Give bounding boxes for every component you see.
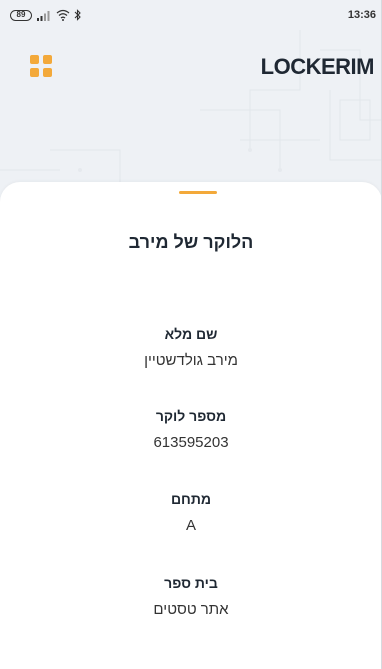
field-school: בית ספר אתר טסטים xyxy=(0,575,381,618)
field-label: מספר לוקר xyxy=(155,408,227,424)
field-compound: מתחם A xyxy=(0,491,381,534)
grid-menu-icon[interactable] xyxy=(30,55,52,77)
field-label: בית ספר xyxy=(164,575,218,591)
wifi-icon xyxy=(56,9,70,21)
field-value: 613595203 xyxy=(153,434,229,451)
signal-icon xyxy=(37,11,50,21)
field-label: שם מלא xyxy=(164,326,218,342)
field-value: אתר טסטים xyxy=(153,601,229,618)
bluetooth-icon xyxy=(74,9,81,21)
status-time: 13:36 xyxy=(347,9,376,21)
field-full-name: שם מלא מירב גולדשטיין xyxy=(0,326,381,369)
status-bar: 89 13:36 xyxy=(0,0,381,30)
battery-icon: 89 xyxy=(10,9,32,21)
app-screen: 89 13:36 LOCKERIM הלוקר של מירב שם מלא מ… xyxy=(0,0,382,669)
status-icons: 89 xyxy=(10,9,82,21)
lockerim-logo: LOCKERIM xyxy=(260,54,375,79)
field-value: מירב גולדשטיין xyxy=(144,352,238,369)
locker-details-card: הלוקר של מירב שם מלא מירב גולדשטיין מספר… xyxy=(0,182,381,669)
field-label: מתחם xyxy=(170,491,212,507)
app-header: LOCKERIM xyxy=(0,30,381,190)
field-locker-number: מספר לוקר 613595203 xyxy=(0,408,381,451)
card-title: הלוקר של מירב xyxy=(128,232,254,252)
battery-level: 89 xyxy=(16,10,26,19)
field-value: A xyxy=(185,517,196,534)
sheet-handle[interactable] xyxy=(179,191,217,194)
